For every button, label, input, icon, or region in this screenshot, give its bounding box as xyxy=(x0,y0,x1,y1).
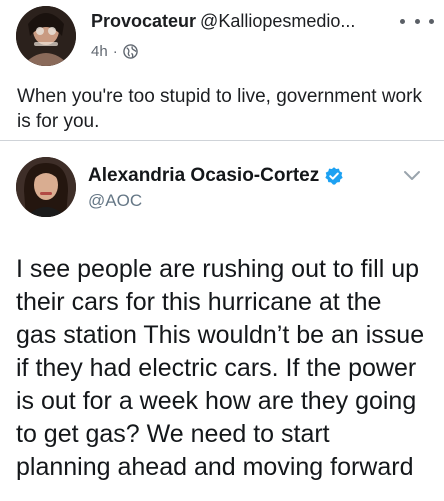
tweet-text: I see people are rushing out to fill up … xyxy=(16,255,425,481)
tweet-author-handle[interactable]: @AOC xyxy=(88,191,142,211)
outer-author-handle[interactable]: @Kalliopesmedio... xyxy=(200,11,355,31)
tweet-author-line: Alexandria Ocasio-Cortez xyxy=(88,165,344,187)
outer-post-meta: 4h · xyxy=(91,40,138,62)
outer-author-name[interactable]: Provocateur xyxy=(91,11,196,31)
tweet-author-name[interactable]: Alexandria Ocasio-Cortez xyxy=(88,165,319,187)
tweet-author-avatar[interactable] xyxy=(16,157,76,217)
outer-author-line: Provocateur @Kalliopesmedio... xyxy=(91,10,391,32)
post-timestamp[interactable]: 4h xyxy=(91,43,108,60)
outer-post-text: When you're too stupid to live, governme… xyxy=(17,86,422,132)
more-horizontal-icon[interactable] xyxy=(400,14,434,28)
embedded-tweet-card[interactable]: Alexandria Ocasio-Cortez @AOC I see peop… xyxy=(0,140,444,501)
outer-post: Provocateur @Kalliopesmedio... 4h · When … xyxy=(0,0,444,136)
outer-author-avatar[interactable] xyxy=(16,6,76,66)
meta-separator: · xyxy=(112,42,118,60)
globe-icon xyxy=(122,43,138,59)
chevron-down-icon[interactable] xyxy=(402,169,422,183)
verified-badge-icon xyxy=(324,166,344,186)
